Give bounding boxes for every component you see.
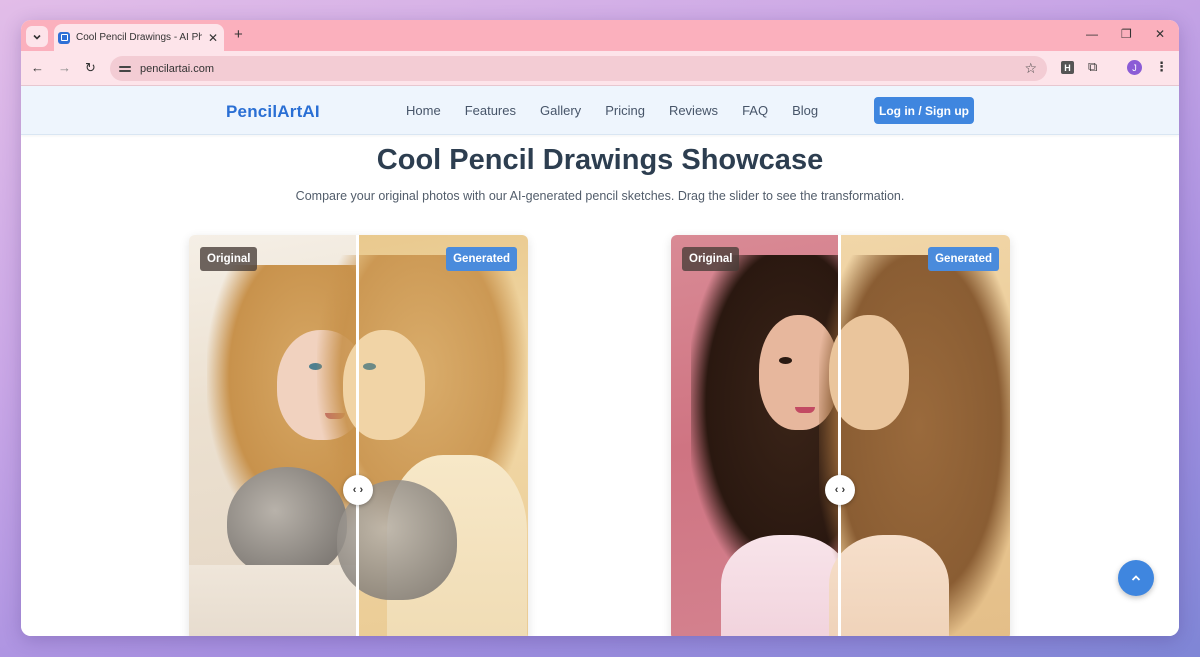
comparison-card-1: ‹ › Original Generated [189, 235, 528, 636]
nav-blog[interactable]: Blog [792, 103, 818, 118]
chevron-down-icon [33, 34, 41, 40]
slider-handle[interactable]: ‹ › [825, 475, 855, 505]
back-icon[interactable]: ← [31, 60, 44, 75]
browser-menu-icon[interactable]: ⋮ [1155, 59, 1168, 75]
slider-divider[interactable] [838, 235, 841, 636]
main-nav: Home Features Gallery Pricing Reviews FA… [406, 103, 842, 118]
original-badge: Original [682, 247, 740, 271]
minimize-icon[interactable]: — [1086, 27, 1098, 41]
close-tab-icon[interactable]: ✕ [208, 31, 218, 45]
new-tab-icon[interactable]: + [234, 26, 243, 43]
tab-title: Cool Pencil Drawings - AI Photo [76, 32, 202, 43]
bookmark-star-icon[interactable]: ☆ [1024, 60, 1037, 77]
nav-reviews[interactable]: Reviews [669, 103, 718, 118]
address-bar[interactable]: pencilartai.com ☆ [110, 56, 1047, 81]
original-badge: Original [200, 247, 258, 271]
generated-image [819, 235, 1010, 636]
browser-toolbar: ← → ↻ pencilartai.com ☆ H ⧉ J ⋮ [21, 51, 1179, 86]
site-settings-icon[interactable] [119, 63, 131, 75]
url-text: pencilartai.com [140, 62, 214, 75]
nav-gallery[interactable]: Gallery [540, 103, 581, 118]
tab-search-button[interactable] [26, 26, 48, 47]
forward-icon[interactable]: → [58, 60, 71, 75]
generated-image [317, 235, 528, 636]
nav-features[interactable]: Features [465, 103, 516, 118]
generated-badge: Generated [446, 247, 517, 271]
nav-home[interactable]: Home [406, 103, 441, 118]
page-title: Cool Pencil Drawings Showcase [376, 144, 824, 176]
browser-tab[interactable]: Cool Pencil Drawings - AI Photo ✕ [54, 24, 224, 51]
browser-window: Cool Pencil Drawings - AI Photo ✕ + — ❐ … [21, 20, 1179, 636]
nav-faq[interactable]: FAQ [742, 103, 768, 118]
slider-handle[interactable]: ‹ › [343, 475, 373, 505]
profile-avatar[interactable]: J [1127, 60, 1142, 75]
tab-strip: Cool Pencil Drawings - AI Photo ✕ + — ❐ … [21, 20, 1179, 51]
scroll-to-top-button[interactable] [1118, 560, 1154, 596]
comparison-card-2: ‹ › Original Generated [671, 235, 1010, 636]
page-subtitle: Compare your original photos with our AI… [295, 189, 905, 203]
extension-h-icon[interactable]: H [1061, 61, 1074, 74]
original-image [671, 235, 891, 636]
site-header: PencilArtAI Home Features Gallery Pricin… [21, 86, 1179, 135]
generated-badge: Generated [928, 247, 999, 271]
close-window-icon[interactable]: ✕ [1155, 27, 1165, 41]
extensions-puzzle-icon[interactable]: ⧉ [1088, 59, 1097, 75]
chevron-up-icon [1131, 575, 1141, 581]
slider-divider[interactable] [356, 235, 359, 636]
site-logo[interactable]: PencilArtAI [226, 102, 320, 122]
page-content: PencilArtAI Home Features Gallery Pricin… [21, 86, 1179, 636]
reload-icon[interactable]: ↻ [85, 60, 96, 76]
login-signup-button[interactable]: Log in / Sign up [874, 97, 974, 124]
favicon-icon [58, 31, 70, 44]
nav-pricing[interactable]: Pricing [605, 103, 645, 118]
restore-icon[interactable]: ❐ [1121, 27, 1132, 41]
